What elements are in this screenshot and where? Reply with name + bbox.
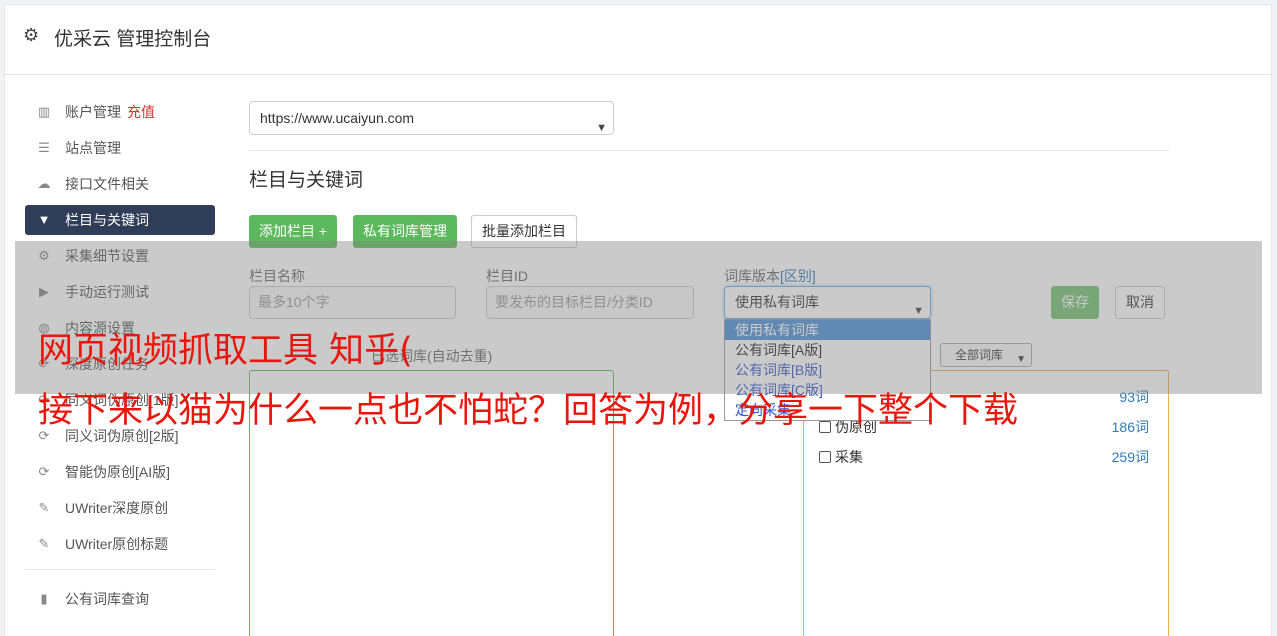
watermark-line-2: 接下来以猫为什么一点也不怕蛇？回答为例，分享一下整个下载 bbox=[38, 391, 1019, 431]
site-select[interactable]: https://www.ucaiyun.com ▼ bbox=[249, 101, 614, 135]
refresh-icon: ⟳ bbox=[38, 464, 50, 479]
lib-row-count[interactable]: 186词 bbox=[1112, 417, 1149, 437]
sidebar-item-label: 栏目与关键词 bbox=[65, 212, 149, 228]
filter-icon: ▼ bbox=[37, 212, 51, 227]
site-select-value: https://www.ucaiyun.com bbox=[260, 110, 415, 126]
page-title: 优采云 管理控制台 bbox=[54, 29, 212, 50]
cloud-upload-icon: ☁ bbox=[37, 176, 51, 191]
recharge-link[interactable]: 充值 bbox=[127, 104, 155, 120]
edit-icon: ✎ bbox=[38, 500, 50, 515]
book-icon: ▮ bbox=[40, 591, 48, 606]
bar-chart-icon: ▥ bbox=[37, 104, 51, 119]
sidebar-item-public-lib-query[interactable]: ▮ 公有词库查询 bbox=[25, 584, 215, 614]
sidebar-item-label: 公有词库查询 bbox=[65, 591, 149, 607]
sidebar-item-ai-rewrite[interactable]: ⟳ 智能伪原创[AI版] bbox=[25, 457, 215, 487]
lib-row: 采集 259词 bbox=[819, 447, 1149, 467]
sidebar-item-label: 账户管理 bbox=[65, 104, 121, 120]
sidebar-item-label: 接口文件相关 bbox=[65, 176, 149, 192]
sidebar-divider bbox=[25, 569, 215, 570]
server-icon: ☰ bbox=[38, 140, 50, 155]
sidebar-item-interface-files[interactable]: ☁ 接口文件相关 bbox=[25, 169, 215, 199]
section-title: 栏目与关键词 bbox=[249, 170, 364, 191]
chevron-down-icon: ▼ bbox=[596, 122, 607, 134]
sidebar-item-label: UWriter深度原创 bbox=[65, 500, 169, 516]
sidebar-item-uwriter-deep[interactable]: ✎ UWriter深度原创 bbox=[25, 493, 215, 523]
lib-row-count[interactable]: 259词 bbox=[1112, 447, 1149, 467]
watermark-line-1: 网页视频抓取工具 知乎( bbox=[38, 331, 413, 371]
sidebar-item-account[interactable]: ▥ 账户管理 充值 bbox=[25, 97, 215, 127]
sidebar-item-columns-keywords[interactable]: ▼ 栏目与关键词 bbox=[25, 205, 215, 235]
edit-icon: ✎ bbox=[38, 536, 50, 551]
top-header: ⚙ 优采云 管理控制台 bbox=[5, 5, 1271, 75]
sidebar-item-sites[interactable]: ☰ 站点管理 bbox=[25, 133, 215, 163]
gear-icon: ⚙ bbox=[23, 25, 40, 45]
divider bbox=[249, 150, 1169, 151]
lib-row-label: 采集 bbox=[835, 449, 863, 465]
sidebar-item-label: UWriter原创标题 bbox=[65, 536, 169, 552]
sidebar-item-label: 智能伪原创[AI版] bbox=[65, 464, 171, 480]
sidebar-item-label: 站点管理 bbox=[65, 140, 121, 156]
lib-checkbox[interactable] bbox=[819, 451, 831, 463]
sidebar-item-uwriter-title[interactable]: ✎ UWriter原创标题 bbox=[25, 529, 215, 559]
